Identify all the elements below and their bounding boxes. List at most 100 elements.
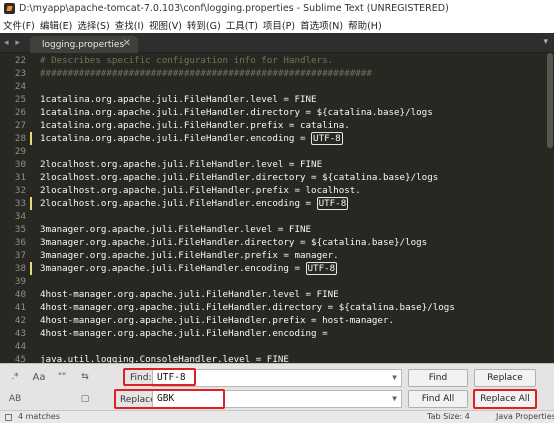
code-line[interactable]: 44: [0, 340, 554, 353]
code-line[interactable]: 23 ######################################…: [0, 67, 554, 80]
line-number: 37: [14, 250, 26, 261]
line-number: 33: [14, 198, 26, 209]
sublime-logo-icon: [4, 3, 15, 14]
line-text: 1catalina.org.apache.juli.FileHandler.le…: [40, 94, 317, 105]
line-number: 28: [14, 133, 26, 144]
line-text: 1catalina.org.apache.juli.FileHandler.di…: [40, 107, 433, 118]
replace-button[interactable]: Replace: [474, 369, 536, 387]
menu-file[interactable]: 文件(F): [3, 18, 35, 32]
modified-line-marker: [30, 132, 32, 145]
tab-bar: ◂ ▸ logging.properties ✕ ▾: [0, 33, 554, 53]
whole-word-toggle[interactable]: "": [54, 369, 70, 385]
replace-history-dropdown-icon[interactable]: ▼: [392, 391, 397, 407]
code-line[interactable]: 42 4host-manager.org.apache.juli.FileHand…: [0, 314, 554, 327]
menu-view[interactable]: 视图(V): [149, 18, 182, 32]
code-line[interactable]: 39: [0, 275, 554, 288]
line-number: 26: [14, 107, 26, 118]
case-sensitive-toggle[interactable]: Aa: [30, 369, 48, 385]
line-text-prefix: 3manager.org.apache.juli.FileHandler.enc…: [40, 263, 306, 274]
tab-list-dropdown-icon[interactable]: ▾: [543, 37, 548, 47]
panel-toggle-icon[interactable]: [5, 414, 12, 421]
line-number: 35: [14, 224, 26, 235]
line-text: 4host-manager.org.apache.juli.FileHandle…: [40, 328, 334, 339]
code-line[interactable]: 31 2localhost.org.apache.juli.FileHandler…: [0, 171, 554, 184]
tab-size-indicator[interactable]: Tab Size: 4: [427, 412, 470, 421]
menu-help[interactable]: 帮助(H): [348, 18, 382, 32]
find-highlight-annotation: [123, 368, 196, 386]
match-count: 4 matches: [18, 412, 61, 421]
line-number: 36: [14, 237, 26, 248]
code-line[interactable]: 37 3manager.org.apache.juli.FileHandler.p…: [0, 249, 554, 262]
code-line[interactable]: 32 2localhost.org.apache.juli.FileHandler…: [0, 184, 554, 197]
line-text: ########################################…: [40, 68, 372, 79]
search-match: UTF-8: [316, 197, 349, 210]
line-text: 2localhost.org.apache.juli.FileHandler.p…: [40, 185, 361, 196]
menu-project[interactable]: 项目(P): [263, 18, 295, 32]
find-button[interactable]: Find: [408, 369, 468, 387]
line-number: 31: [14, 172, 26, 183]
menu-edit[interactable]: 编辑(E): [40, 18, 72, 32]
code-editor[interactable]: 22 # Describes specific configuration inf…: [0, 53, 554, 363]
find-all-button[interactable]: Find All: [408, 390, 468, 408]
code-line[interactable]: 30 2localhost.org.apache.juli.FileHandler…: [0, 158, 554, 171]
code-line[interactable]: 33 2localhost.org.apache.juli.FileHandler…: [0, 197, 554, 210]
tab-nav-arrows-icon[interactable]: ◂ ▸: [4, 38, 22, 48]
line-number: 45: [14, 354, 26, 363]
code-line[interactable]: 36 3manager.org.apache.juli.FileHandler.d…: [0, 236, 554, 249]
find-history-dropdown-icon[interactable]: ▼: [392, 370, 397, 386]
highlight-matches-toggle[interactable]: ▢: [76, 391, 94, 407]
code-line[interactable]: 27 1catalina.org.apache.juli.FileHandler.…: [0, 119, 554, 132]
code-line[interactable]: 26 1catalina.org.apache.juli.FileHandler.…: [0, 106, 554, 119]
line-number: 44: [14, 341, 26, 352]
line-text: 4host-manager.org.apache.juli.FileHandle…: [40, 315, 395, 326]
modified-line-marker: [30, 262, 32, 275]
wrap-toggle[interactable]: ⇆: [76, 369, 94, 385]
line-number: 24: [14, 81, 26, 92]
menu-goto[interactable]: 转到(G): [187, 18, 221, 32]
menu-bar: 文件(F) 编辑(E) 选择(S) 查找(I) 视图(V) 转到(G) 工具(T…: [0, 17, 554, 33]
line-number: 23: [14, 68, 26, 79]
line-text-prefix: 2localhost.org.apache.juli.FileHandler.e…: [40, 198, 317, 209]
line-text: 1catalina.org.apache.juli.FileHandler.pr…: [40, 120, 350, 131]
menu-preferences[interactable]: 首选项(N): [300, 18, 343, 32]
code-line[interactable]: 22 # Describes specific configuration inf…: [0, 54, 554, 67]
close-icon[interactable]: ✕: [123, 38, 131, 49]
title-bar: D:\myapp\apache-tomcat-7.0.103\conf\logg…: [0, 0, 554, 17]
line-text: 3manager.org.apache.juli.FileHandler.enc…: [40, 262, 338, 275]
line-number: 42: [14, 315, 26, 326]
code-line[interactable]: 34: [0, 210, 554, 223]
line-number: 40: [14, 289, 26, 300]
status-bar: 4 matches Tab Size: 4 Java Properties: [0, 410, 554, 423]
line-text: 1catalina.org.apache.juli.FileHandler.en…: [40, 132, 343, 145]
line-number: 25: [14, 94, 26, 105]
code-line[interactable]: 29: [0, 145, 554, 158]
menu-tools[interactable]: 工具(T): [226, 18, 258, 32]
replace-highlight-annotation: [114, 389, 225, 409]
line-text: 3manager.org.apache.juli.FileHandler.dir…: [40, 237, 428, 248]
regex-toggle[interactable]: .*: [6, 369, 24, 385]
replace-all-highlight-annotation: [473, 389, 537, 409]
line-text: 3manager.org.apache.juli.FileHandler.lev…: [40, 224, 312, 235]
code-line[interactable]: 28 1catalina.org.apache.juli.FileHandler.…: [0, 132, 554, 145]
line-text-prefix: 1catalina.org.apache.juli.FileHandler.en…: [40, 133, 312, 144]
search-match: UTF-8: [305, 262, 338, 275]
menu-find[interactable]: 查找(I): [115, 18, 144, 32]
line-text: 4host-manager.org.apache.juli.FileHandle…: [40, 302, 455, 313]
code-line[interactable]: 35 3manager.org.apache.juli.FileHandler.l…: [0, 223, 554, 236]
code-line[interactable]: 38 3manager.org.apache.juli.FileHandler.e…: [0, 262, 554, 275]
code-line[interactable]: 41 4host-manager.org.apache.juli.FileHand…: [0, 301, 554, 314]
line-text: 2localhost.org.apache.juli.FileHandler.l…: [40, 159, 323, 170]
code-line[interactable]: 43 4host-manager.org.apache.juli.FileHand…: [0, 327, 554, 340]
code-line[interactable]: 24: [0, 80, 554, 93]
search-match: UTF-8: [311, 132, 343, 145]
tab-logging-properties[interactable]: logging.properties ✕: [30, 36, 138, 53]
window-title: D:\myapp\apache-tomcat-7.0.103\conf\logg…: [19, 3, 449, 14]
code-line[interactable]: 45 java.util.logging.ConsoleHandler.level…: [0, 353, 554, 363]
menu-selection[interactable]: 选择(S): [77, 18, 109, 32]
line-number: 29: [14, 146, 26, 157]
preserve-case-toggle[interactable]: AB: [6, 391, 24, 407]
code-line[interactable]: 40 4host-manager.org.apache.juli.FileHand…: [0, 288, 554, 301]
line-number: 32: [14, 185, 26, 196]
syntax-indicator[interactable]: Java Properties: [496, 412, 554, 421]
code-line[interactable]: 25 1catalina.org.apache.juli.FileHandler.…: [0, 93, 554, 106]
